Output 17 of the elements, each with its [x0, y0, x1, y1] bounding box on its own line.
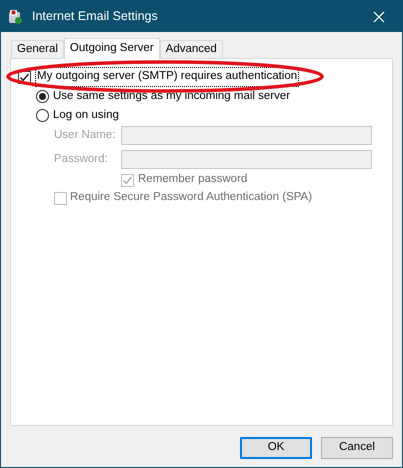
envelope-globe-icon: [7, 8, 23, 24]
radio-label: Use same settings as my incoming mail server: [53, 88, 290, 104]
radio-label: Log on using: [53, 108, 119, 123]
tab[interactable]: Outgoing Server: [64, 38, 160, 59]
checkbox-label: Require Secure Password Authentication (SPA): [70, 190, 312, 206]
window-title: Internet Email Settings: [32, 8, 158, 26]
tab[interactable]: Advanced: [160, 40, 223, 58]
radio-button[interactable]: [36, 90, 49, 103]
tab[interactable]: General: [11, 40, 64, 58]
close-icon: [373, 10, 385, 22]
radio-button[interactable]: [36, 109, 49, 122]
field-label: User Name:: [54, 128, 116, 143]
field-label: Password:: [54, 152, 109, 167]
checkbox-label: My outgoing server (SMTP) requires authentication: [35, 67, 300, 87]
dialog-button[interactable]: OK: [240, 437, 312, 459]
dialog-button[interactable]: Cancel: [321, 437, 393, 459]
checkbox-label: Remember password: [138, 172, 248, 188]
